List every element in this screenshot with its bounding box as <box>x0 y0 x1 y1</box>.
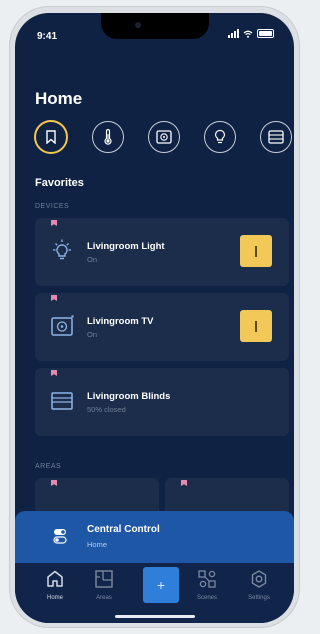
central-control-title: Central Control <box>87 524 160 535</box>
tab-scenes[interactable]: Scenes <box>187 569 227 601</box>
scenes-icon <box>198 570 216 588</box>
gear-icon <box>251 570 267 588</box>
tv-icon <box>51 315 74 336</box>
plus-icon: + <box>156 577 166 593</box>
favorites-heading: Favorites <box>35 177 84 189</box>
home-icon <box>47 570 63 587</box>
central-control-bar[interactable]: Central Control Home <box>15 511 294 563</box>
tab-label: Scenes <box>196 595 217 601</box>
device-state: On <box>87 330 98 339</box>
areas-section-label: AREAS <box>35 463 62 470</box>
category-media[interactable] <box>148 121 180 153</box>
device-name: Livingroom TV <box>87 316 154 327</box>
power-toggle-button[interactable] <box>240 235 272 267</box>
bookmark-badge-icon <box>181 480 187 486</box>
device-name: Livingroom Light <box>87 241 165 252</box>
devices-section-label: DEVICES <box>35 203 70 210</box>
tab-settings[interactable]: Settings <box>239 569 279 601</box>
lightbulb-icon <box>215 129 225 144</box>
device-card-livingroom-blinds[interactable]: Livingroom Blinds 50% closed <box>35 368 289 436</box>
floorplan-icon <box>95 570 113 588</box>
device-name: Livingroom Blinds <box>87 391 171 402</box>
device-state: On <box>87 255 98 264</box>
status-time: 9:41 <box>37 31 58 42</box>
blinds-icon <box>51 392 73 410</box>
switches-icon <box>53 529 67 544</box>
bookmark-icon <box>46 130 56 144</box>
tab-label: Settings <box>248 595 270 601</box>
category-blinds[interactable] <box>260 121 292 153</box>
tab-label: Areas <box>96 595 112 601</box>
bookmark-badge-icon <box>51 220 57 226</box>
battery-icon <box>257 29 274 38</box>
device-state: 50% closed <box>87 405 126 414</box>
signal-icon <box>228 29 239 38</box>
notch <box>101 13 209 39</box>
tab-areas[interactable]: Areas <box>84 569 124 601</box>
lightbulb-icon <box>53 239 71 260</box>
status-icons <box>228 29 274 38</box>
blinds-icon <box>268 130 284 144</box>
tv-icon <box>156 130 172 144</box>
device-card-livingroom-tv[interactable]: Livingroom TV On <box>35 293 289 361</box>
category-climate[interactable] <box>92 121 124 153</box>
device-card-livingroom-light[interactable]: Livingroom Light On <box>35 218 289 286</box>
page-title: Home <box>35 89 83 108</box>
bookmark-badge-icon <box>51 370 57 376</box>
category-favorites[interactable] <box>34 120 68 154</box>
tab-home[interactable]: Home <box>35 569 75 601</box>
home-indicator[interactable] <box>115 615 195 618</box>
bookmark-badge-icon <box>51 480 57 486</box>
add-button[interactable]: + <box>143 567 179 603</box>
category-lights[interactable] <box>204 121 236 153</box>
wifi-icon <box>243 30 253 38</box>
bookmark-badge-icon <box>51 295 57 301</box>
power-toggle-button[interactable] <box>240 310 272 342</box>
category-bar <box>34 120 292 154</box>
app-screen: 9:41 Home Favorites DEVICES Livingroom L… <box>15 13 294 623</box>
tab-label: Home <box>46 595 63 601</box>
thermometer-icon <box>104 129 112 145</box>
tab-bar: Home Areas + Scenes Settings <box>15 563 294 623</box>
central-control-subtitle: Home <box>87 540 108 549</box>
